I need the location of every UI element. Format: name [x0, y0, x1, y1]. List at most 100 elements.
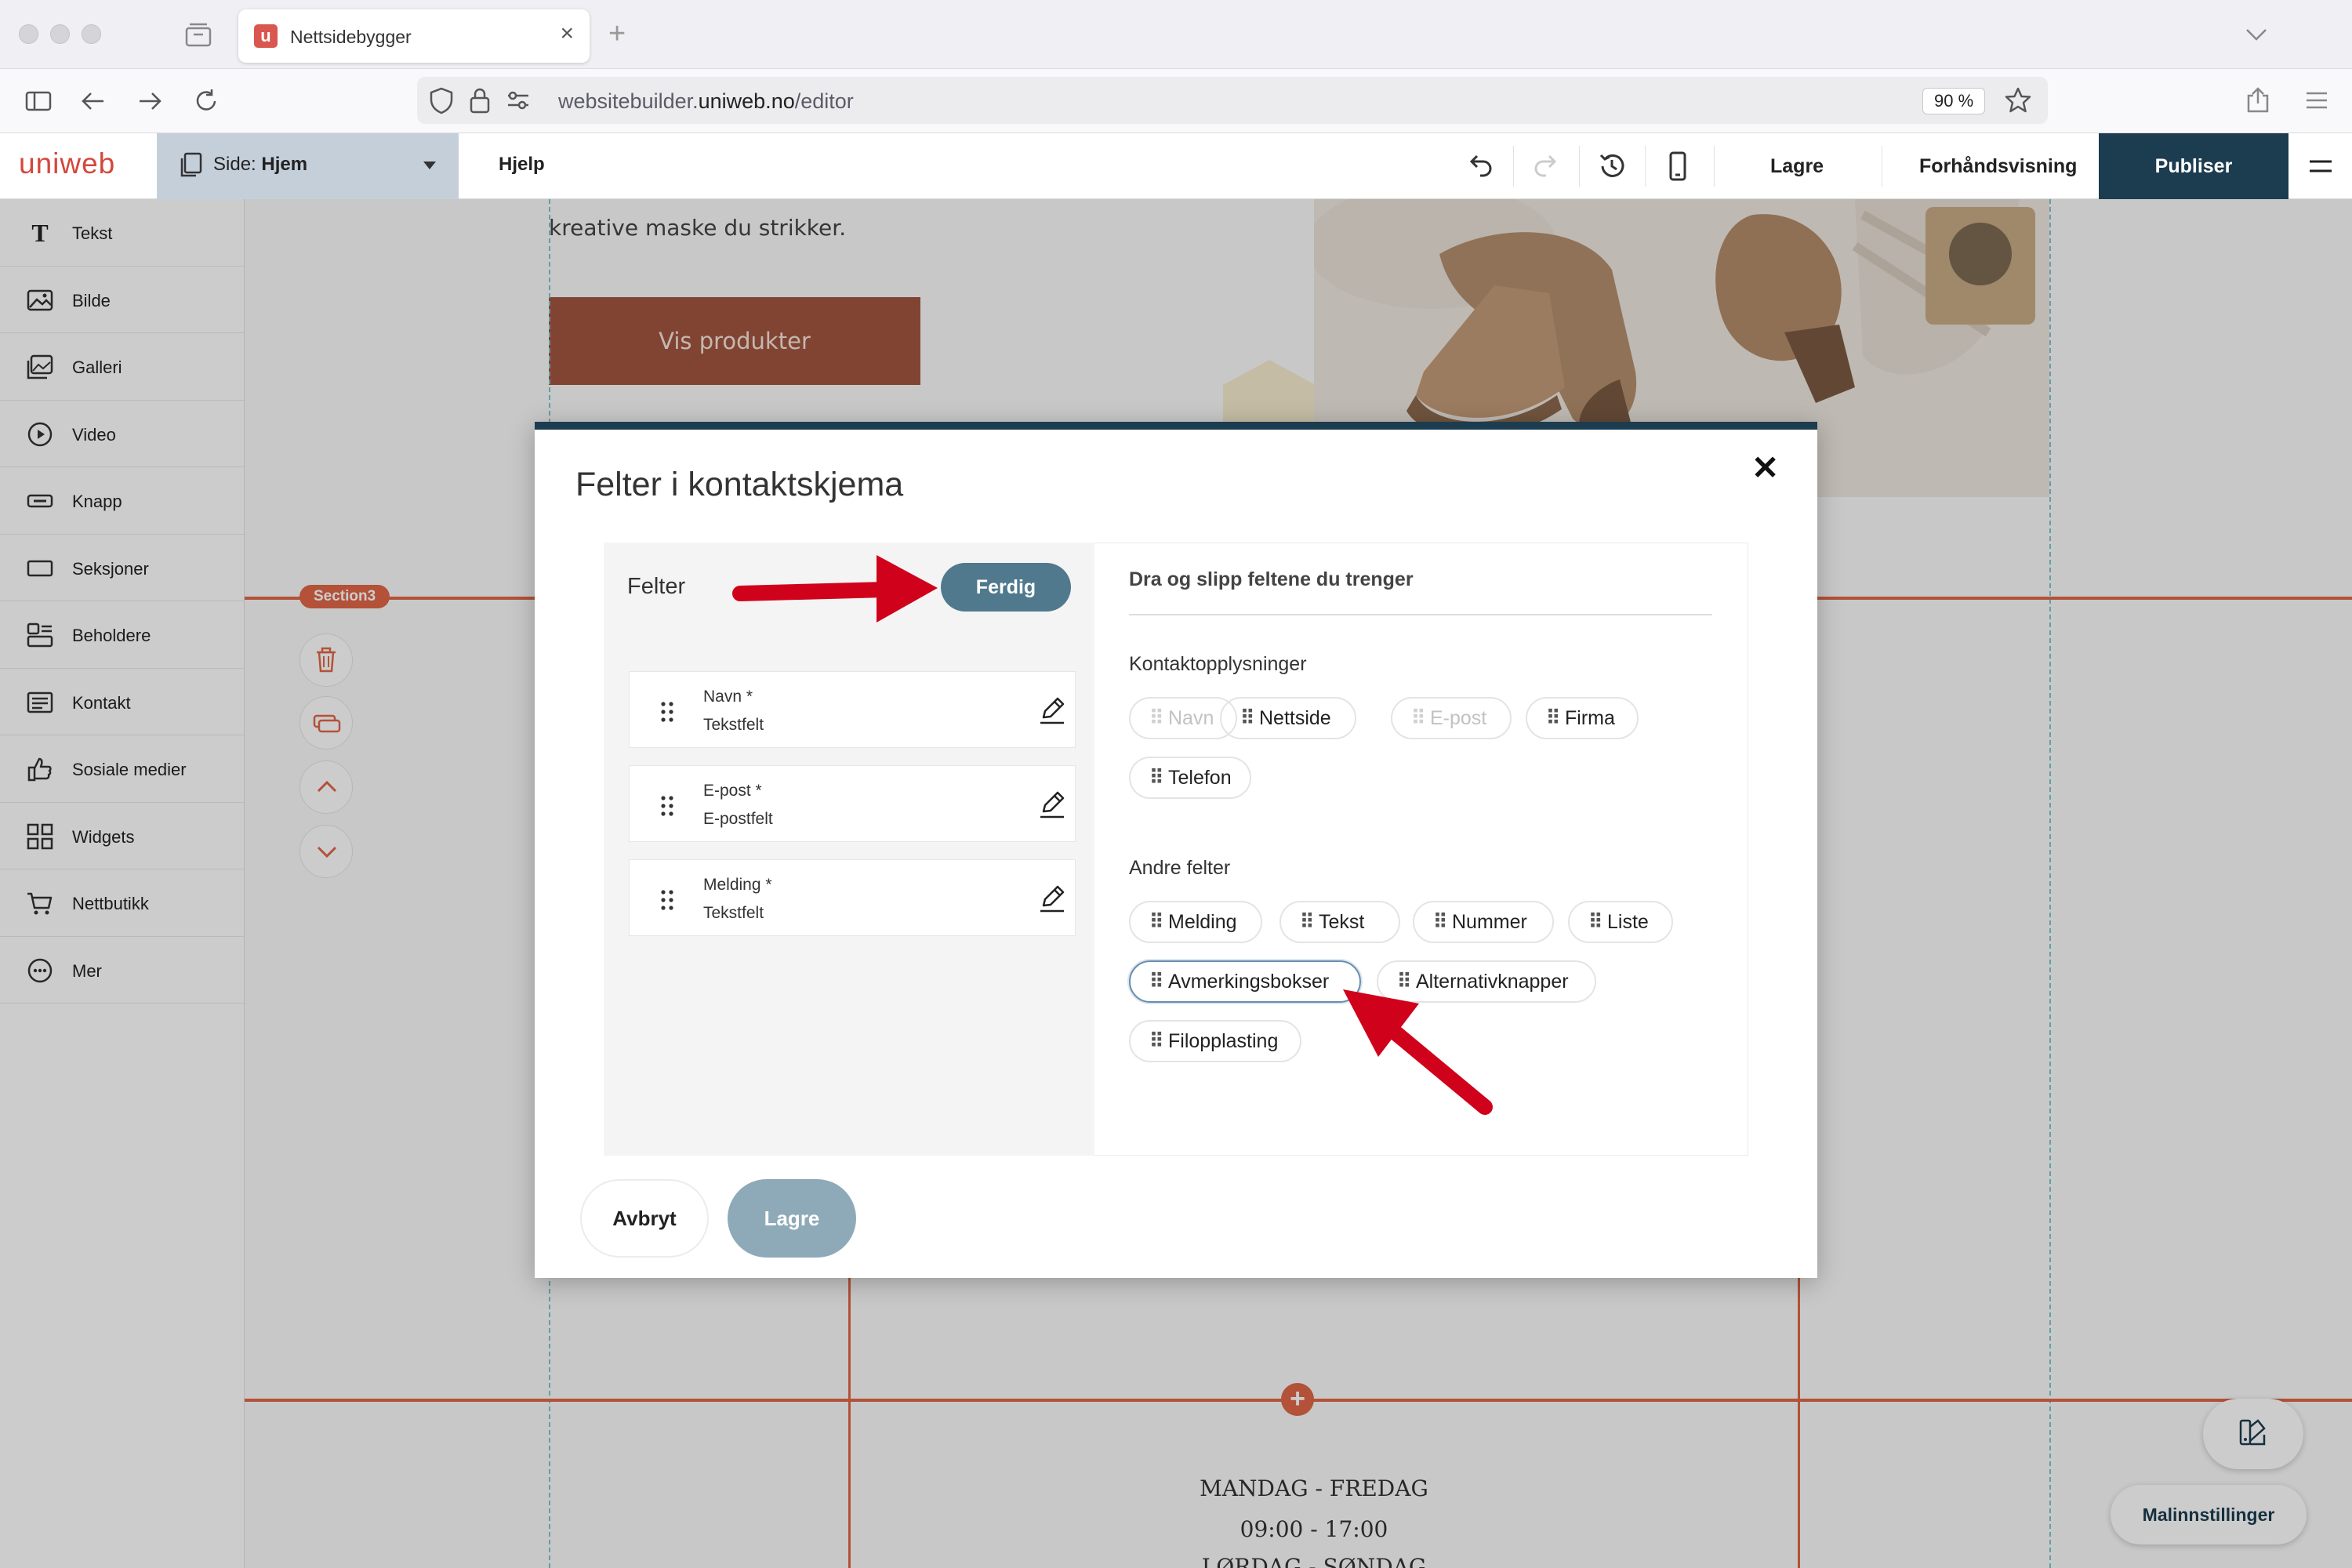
- chevron-down-icon[interactable]: [2244, 22, 2269, 47]
- mobile-preview-icon[interactable]: [1662, 151, 1693, 182]
- drag-grip-icon: ⠿: [1149, 1030, 1164, 1052]
- uniweb-favicon-icon: u: [254, 24, 278, 48]
- tab-title: Nettsidebygger: [290, 27, 412, 47]
- drag-drop-header: Dra og slipp feltene du trenger: [1129, 568, 1414, 590]
- drag-grip-icon: ⠿: [1149, 707, 1164, 729]
- form-field-card[interactable]: Melding * Tekstfelt: [629, 859, 1076, 936]
- field-name: Melding *: [703, 876, 772, 894]
- publish-button[interactable]: Publiser: [2099, 133, 2288, 199]
- field-type: E-postfelt: [703, 810, 773, 828]
- close-icon[interactable]: ✕: [1751, 448, 1779, 487]
- page-name: Hjem: [261, 154, 308, 175]
- field-chip-melding[interactable]: ⠿ Melding: [1129, 901, 1262, 943]
- drag-grip-icon: ⠿: [1546, 707, 1561, 729]
- field-chip-nettside[interactable]: ⠿ Nettside: [1220, 697, 1356, 739]
- uniweb-logo: uniweb: [19, 147, 116, 180]
- done-button[interactable]: Ferdig: [941, 563, 1071, 612]
- field-chip-label: Firma: [1565, 707, 1615, 729]
- toolbar-divider: [1513, 146, 1514, 187]
- drag-grip-icon: ⠿: [1411, 707, 1426, 729]
- new-tab-icon[interactable]: +: [608, 17, 626, 51]
- undo-icon[interactable]: [1465, 151, 1496, 182]
- cancel-button[interactable]: Avbryt: [580, 1179, 709, 1258]
- drag-grip-icon: ⠿: [1588, 911, 1603, 933]
- field-chip-alternativknapper[interactable]: ⠿ Alternativknapper: [1377, 960, 1596, 1003]
- bookmark-star-icon[interactable]: [2004, 86, 2032, 114]
- divider: [1129, 614, 1712, 615]
- contact-form-fields-dialog: Felter i kontaktskjema ✕ Felter Ferdig N…: [535, 422, 1817, 1278]
- browser-tab-bar: u Nettsidebygger × +: [0, 0, 2352, 69]
- tab-close-icon[interactable]: ×: [560, 20, 574, 47]
- fields-header: Felter: [627, 574, 686, 599]
- dialog-save-button[interactable]: Lagre: [728, 1179, 856, 1258]
- caret-down-icon: [423, 162, 436, 169]
- page-icon: [179, 152, 202, 177]
- field-chip-label: Melding: [1168, 911, 1237, 933]
- form-field-card[interactable]: E-post * E-postfelt: [629, 765, 1076, 842]
- window-minimize-button[interactable]: [50, 24, 70, 44]
- drag-grip-icon: ⠿: [1300, 911, 1315, 933]
- page-selector[interactable]: Side: Hjem: [157, 133, 459, 199]
- selected-fields-panel: Felter Ferdig Navn * Tekstfelt E-post * E-p…: [604, 543, 1094, 1156]
- field-chip-label: Nummer: [1452, 911, 1527, 933]
- field-chip-label: Filopplasting: [1168, 1030, 1279, 1052]
- form-field-card[interactable]: Navn * Tekstfelt: [629, 671, 1076, 748]
- drag-grip-icon: ⠿: [1397, 971, 1412, 993]
- field-chip-filopplasting[interactable]: ⠿ Filopplasting: [1129, 1020, 1301, 1062]
- drag-grip-icon: ⠿: [1149, 767, 1164, 789]
- available-fields-panel: Dra og slipp feltene du trenger Kontakto…: [1094, 543, 1748, 1156]
- field-chip-tekst[interactable]: ⠿ Tekst: [1279, 901, 1400, 943]
- sidebar-toggle-icon[interactable]: [25, 88, 52, 114]
- drag-grip-icon: ⠿: [1149, 911, 1164, 933]
- window-close-button[interactable]: [19, 24, 38, 44]
- tab-overview-icon[interactable]: [185, 22, 212, 47]
- menu-icon[interactable]: [2305, 89, 2328, 111]
- url-prefix: websitebuilder.: [558, 89, 699, 113]
- back-arrow-icon[interactable]: [80, 88, 107, 114]
- share-icon[interactable]: [2244, 86, 2272, 114]
- shield-icon[interactable]: [428, 86, 455, 114]
- reload-icon[interactable]: [193, 88, 220, 114]
- field-chip-nummer[interactable]: ⠿ Nummer: [1413, 901, 1554, 943]
- field-chip-label: Alternativknapper: [1416, 971, 1569, 993]
- dialog-title: Felter i kontaktskjema: [575, 466, 904, 503]
- address-bar[interactable]: websitebuilder.uniweb.no/editor 90 %: [417, 77, 2048, 124]
- drag-grip-icon: ⠿: [1433, 911, 1448, 933]
- field-type: Tekstfelt: [703, 716, 764, 734]
- field-chip-label: Liste: [1607, 911, 1649, 933]
- field-name: E-post *: [703, 782, 762, 800]
- browser-nav-bar: websitebuilder.uniweb.no/editor 90 %: [0, 69, 2352, 133]
- window-zoom-button[interactable]: [82, 24, 101, 44]
- zoom-level-badge[interactable]: 90 %: [1922, 88, 1986, 114]
- edit-pencil-icon[interactable]: [1037, 789, 1067, 819]
- field-chip-firma[interactable]: ⠿ Firma: [1526, 697, 1639, 739]
- help-menu[interactable]: Hjelp: [499, 154, 545, 176]
- hamburger-menu-icon[interactable]: [2308, 155, 2333, 177]
- field-chip-telefon[interactable]: ⠿ Telefon: [1129, 757, 1251, 799]
- field-name: Navn *: [703, 688, 753, 706]
- page-selector-label: Side: Hjem: [213, 154, 307, 176]
- toolbar-divider: [1714, 146, 1715, 187]
- field-chip-liste[interactable]: ⠿ Liste: [1568, 901, 1673, 943]
- edit-pencil-icon[interactable]: [1037, 695, 1067, 725]
- save-button[interactable]: Lagre: [1770, 155, 1824, 178]
- redo-icon[interactable]: [1530, 151, 1562, 182]
- drag-handle-icon[interactable]: [659, 794, 675, 818]
- field-chip-label: Navn: [1168, 707, 1214, 729]
- site-settings-icon[interactable]: [505, 89, 532, 111]
- field-chip-avmerkingsbokser[interactable]: ⠿ Avmerkingsbokser: [1129, 960, 1361, 1003]
- field-chip-label: Tekst: [1319, 911, 1365, 933]
- field-chip-label: Avmerkingsbokser: [1168, 971, 1330, 993]
- history-icon[interactable]: [1596, 151, 1628, 182]
- forward-arrow-icon[interactable]: [136, 88, 163, 114]
- browser-tab[interactable]: u Nettsidebygger ×: [238, 9, 590, 63]
- field-chip-e-post: ⠿ E-post: [1391, 697, 1512, 739]
- drag-handle-icon[interactable]: [659, 700, 675, 724]
- lock-icon[interactable]: [469, 86, 491, 114]
- toolbar-divider: [1579, 146, 1580, 187]
- field-chip-label: Nettside: [1259, 707, 1331, 729]
- drag-handle-icon[interactable]: [659, 888, 675, 912]
- preview-button[interactable]: Forhåndsvisning: [1919, 155, 2077, 178]
- url-path: /editor: [794, 89, 854, 113]
- edit-pencil-icon[interactable]: [1037, 884, 1067, 913]
